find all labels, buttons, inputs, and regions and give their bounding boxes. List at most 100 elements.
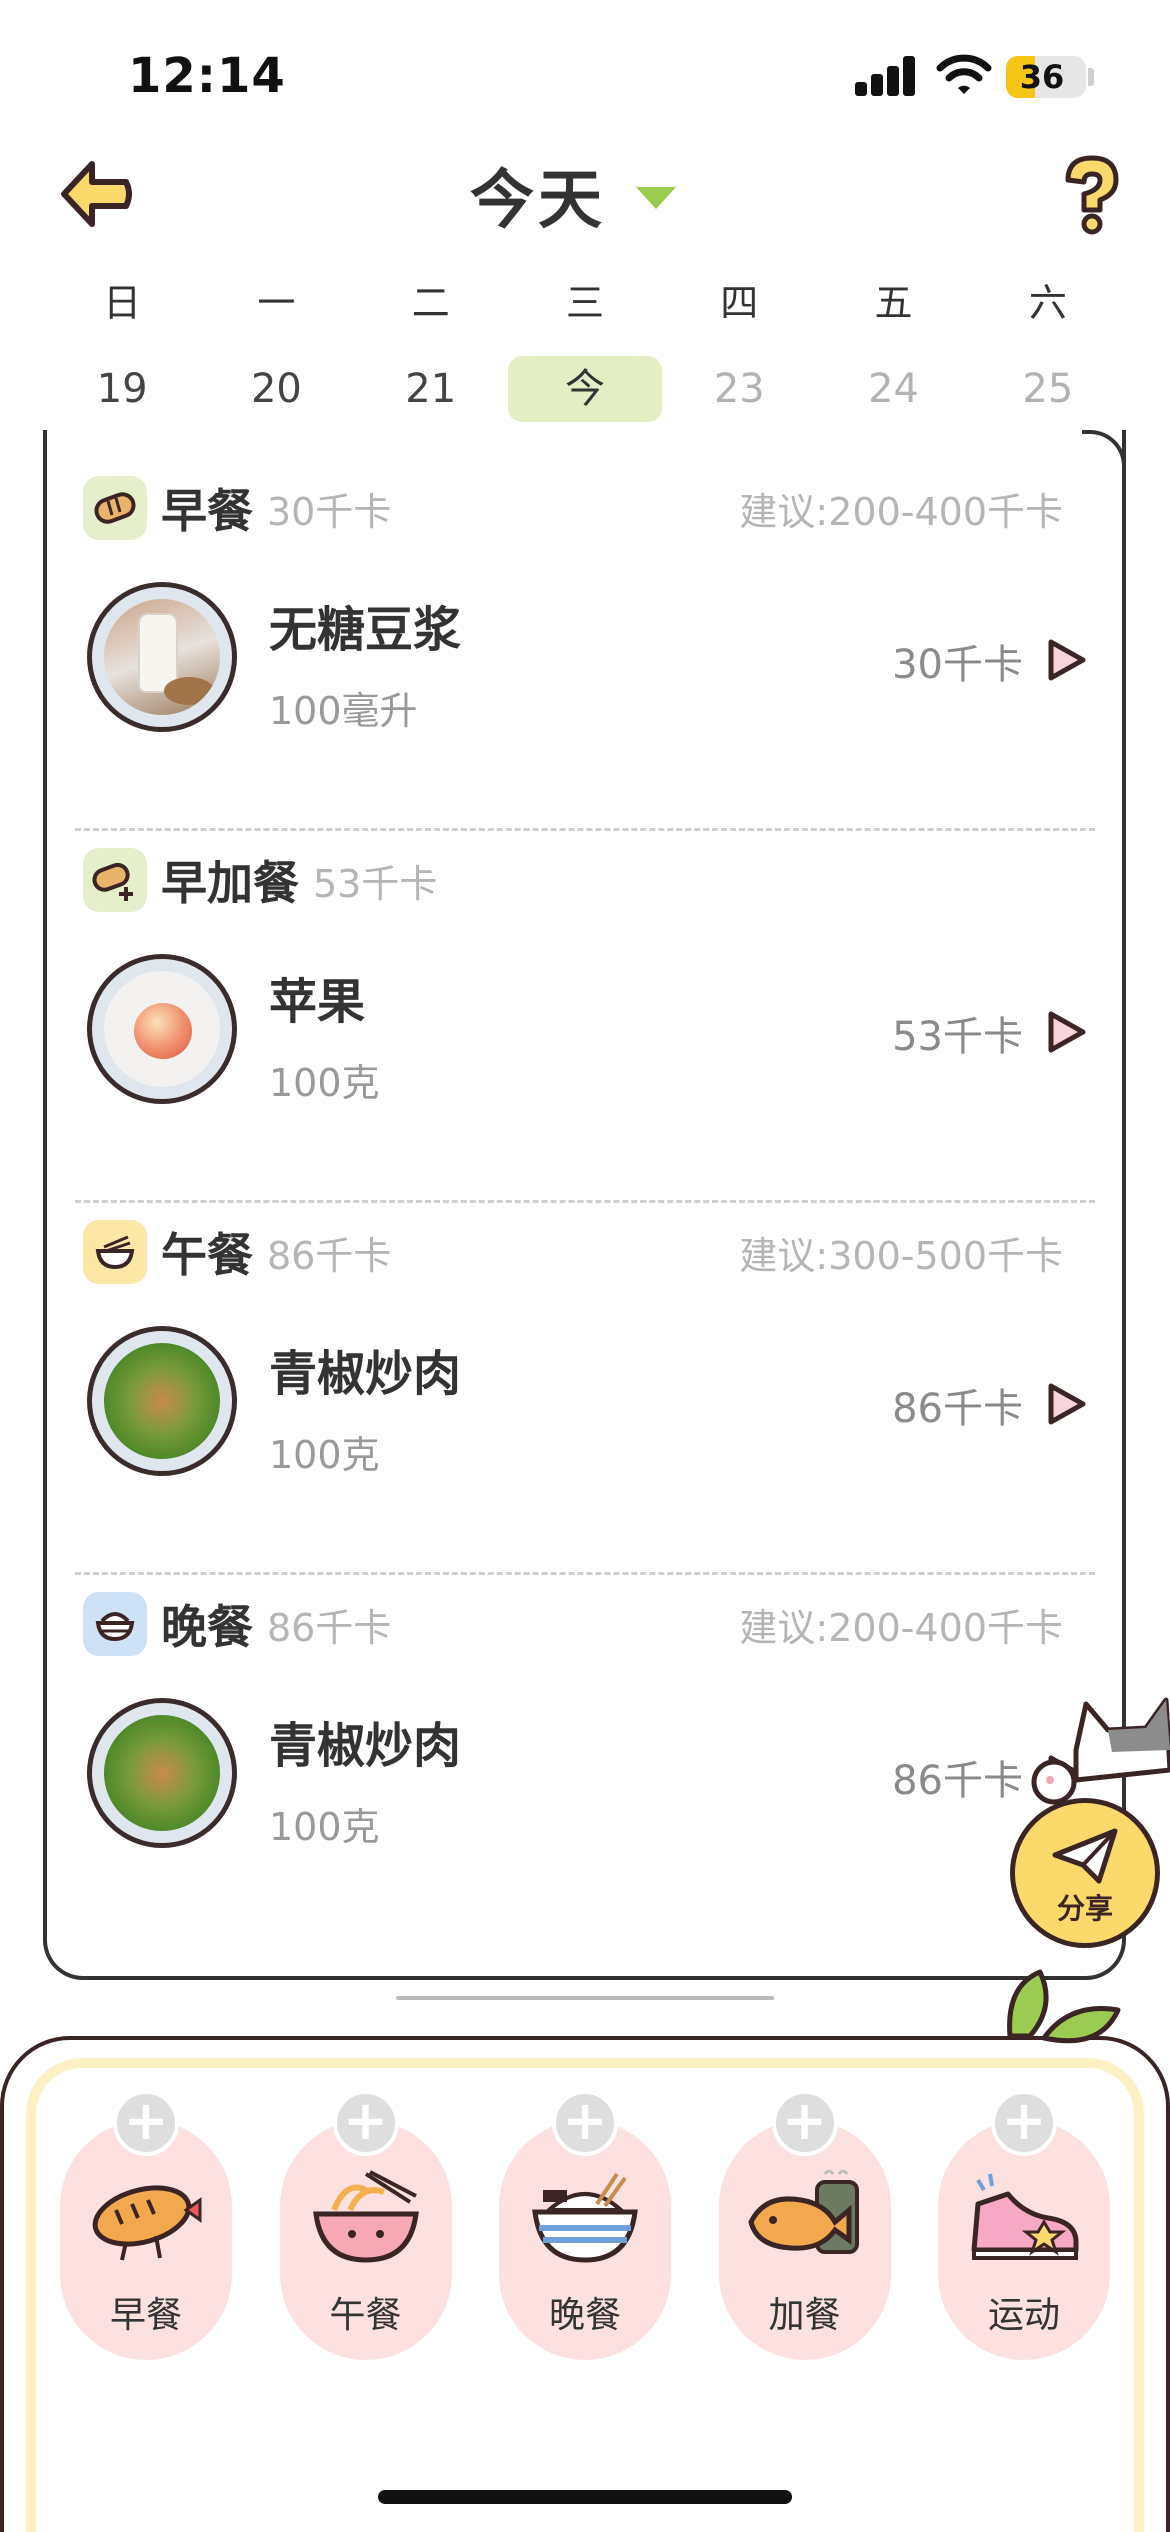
- plus-icon: +: [113, 2090, 179, 2156]
- date-label: 今: [507, 356, 662, 422]
- food-name: 青椒炒肉: [269, 1718, 462, 1774]
- question-mark-icon: [1065, 155, 1119, 235]
- arrow-left-icon: [61, 161, 132, 227]
- food-kcal: 86千卡: [892, 1758, 1023, 1804]
- meal-kcal: 86千卡: [267, 1233, 392, 1278]
- share-label: 分享: [1056, 1892, 1113, 1925]
- weekday-label: 三: [565, 281, 604, 325]
- noodle-bowl-character-icon: [312, 2170, 419, 2263]
- paper-plane-icon: [1052, 1828, 1118, 1884]
- add-breakfast-button[interactable]: + 早餐: [60, 2090, 232, 2360]
- meal-kcal: 53千卡: [313, 861, 438, 906]
- add-snack-button[interactable]: + 加餐: [718, 2090, 891, 2360]
- food-item[interactable]: 无糖豆浆 100毫升 30千卡: [87, 582, 1087, 733]
- date-label: 21: [405, 366, 457, 412]
- bread-character-icon: [92, 2185, 202, 2261]
- bread-icon: [83, 476, 147, 540]
- add-exercise-button[interactable]: + 运动: [938, 2090, 1110, 2360]
- meal-header: 午餐 86千卡 建议:300-500千卡: [83, 1216, 1093, 1288]
- sneaker-icon: [971, 2173, 1079, 2260]
- play-arrow-icon: [1048, 1011, 1086, 1053]
- add-label: 加餐: [768, 2295, 841, 2336]
- add-lunch-button[interactable]: + 午餐: [279, 2090, 452, 2360]
- food-item[interactable]: 青椒炒肉 100克 86千卡: [87, 1698, 1087, 1849]
- share-button[interactable]: 分享: [1010, 1798, 1160, 1948]
- food-photo: [87, 1326, 237, 1476]
- meal-name: 早餐: [161, 484, 253, 538]
- food-name: 苹果: [269, 974, 366, 1030]
- battery-tip: [1088, 68, 1094, 86]
- weekday-label: 六: [1028, 281, 1067, 325]
- food-name: 青椒炒肉: [269, 1346, 462, 1402]
- meal-kcal: 86千卡: [267, 1605, 392, 1650]
- help-button[interactable]: [1052, 150, 1132, 238]
- play-arrow-icon: [1048, 1383, 1086, 1425]
- leaf-icon: [1007, 1969, 1121, 2044]
- food-photo: [87, 954, 237, 1104]
- meal-header: 早加餐 53千卡: [83, 844, 1093, 916]
- weekday-label: 日: [103, 281, 142, 325]
- meal-kcal: 30千卡: [267, 489, 392, 534]
- meal-name: 午餐: [161, 1228, 253, 1282]
- meal-section-lunch: 午餐 86千卡 建议:300-500千卡 青椒炒肉 100克 86千卡: [47, 1174, 1122, 1546]
- weekday-label: 二: [411, 281, 450, 325]
- cellular-signal-icon: [855, 56, 917, 96]
- date-picker-toggle[interactable]: 今天: [470, 150, 676, 240]
- date-label: 19: [96, 366, 148, 412]
- plus-icon: +: [332, 2090, 399, 2156]
- back-button[interactable]: [52, 150, 140, 238]
- date-label: 20: [250, 366, 302, 412]
- meal-section-morning-snack: 早加餐 53千卡 苹果 100克 53千卡: [47, 802, 1122, 1174]
- meal-section-dinner: 晚餐 86千卡 建议:200-400千卡 青椒炒肉 100克 86千卡: [47, 1546, 1122, 1918]
- date-label: 24: [868, 366, 919, 412]
- plus-icon: +: [991, 2090, 1057, 2156]
- date-item-today[interactable]: 今: [507, 356, 662, 422]
- food-amount: 100毫升: [269, 689, 418, 733]
- add-dinner-button[interactable]: + 晚餐: [499, 2090, 671, 2360]
- meal-header: 晚餐 86千卡 建议:200-400千卡: [83, 1588, 1093, 1660]
- wifi-icon: [936, 54, 992, 94]
- meal-suggestion: 建议:200-400千卡: [739, 489, 1063, 534]
- add-label: 晚餐: [548, 2295, 621, 2336]
- food-item[interactable]: 苹果 100克 53千卡: [87, 954, 1087, 1105]
- add-label: 运动: [987, 2295, 1060, 2336]
- add-label: 午餐: [329, 2295, 402, 2336]
- weekday-label: 五: [874, 281, 913, 325]
- date-item[interactable]: 25: [971, 356, 1125, 422]
- weekday-label: 四: [720, 281, 759, 325]
- add-actions-row: + 早餐 + 午餐 + 晚餐 + 加餐 + 运动: [60, 2090, 1110, 2360]
- plus-icon: +: [552, 2090, 618, 2156]
- date-item[interactable]: 24: [816, 356, 970, 422]
- meal-list-card: 早餐 30千卡 建议:200-400千卡 无糖豆浆 100毫升 30千卡 早加餐: [43, 430, 1126, 1980]
- sheet-handle[interactable]: [396, 1996, 774, 2000]
- plus-icon: +: [771, 2090, 838, 2156]
- date-item[interactable]: 23: [662, 356, 816, 422]
- weekday-row: 日 一 二 三 四 五 六: [45, 278, 1125, 328]
- date-item[interactable]: 21: [354, 356, 508, 422]
- weekday-label: 一: [257, 281, 296, 325]
- date-label: 25: [1022, 366, 1074, 412]
- page-title: 今天: [470, 164, 606, 238]
- food-amount: 100克: [269, 1805, 380, 1849]
- food-kcal: 30千卡: [892, 642, 1023, 688]
- meal-name: 晚餐: [161, 1600, 253, 1654]
- meal-suggestion: 建议:200-400千卡: [739, 1605, 1063, 1650]
- status-bar: 12:14 36: [0, 0, 1170, 150]
- date-item[interactable]: 19: [45, 356, 199, 422]
- rice-bowl-character-icon: [532, 2172, 638, 2263]
- meal-header: 早餐 30千卡 建议:200-400千卡: [83, 472, 1093, 544]
- home-indicator: [378, 2490, 792, 2504]
- date-label: 23: [713, 366, 765, 412]
- status-time: 12:14: [128, 48, 286, 104]
- bread-plus-icon: [83, 848, 147, 912]
- rice-bowl-icon: [83, 1592, 147, 1656]
- taiyaki-character-icon: [747, 2170, 859, 2254]
- noodle-bowl-icon: [83, 1220, 147, 1284]
- play-arrow-icon: [1048, 639, 1086, 681]
- date-row: 19 20 21 今 23 24 25: [45, 356, 1125, 422]
- date-item[interactable]: 20: [199, 356, 353, 422]
- food-item[interactable]: 青椒炒肉 100克 86千卡: [87, 1326, 1087, 1477]
- food-photo: [87, 582, 237, 732]
- food-amount: 100克: [269, 1433, 380, 1477]
- battery-level: 36: [1019, 58, 1065, 96]
